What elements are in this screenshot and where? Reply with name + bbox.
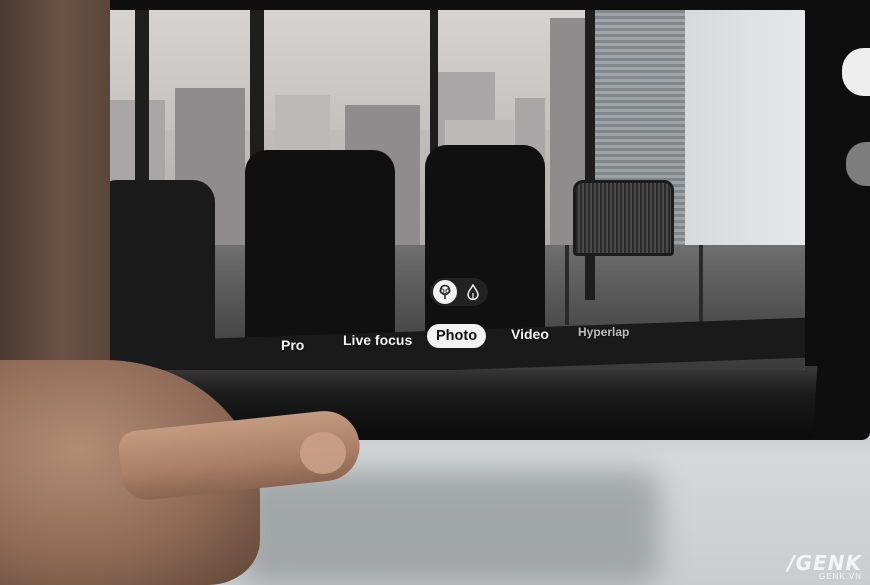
desk-reflection <box>240 470 660 585</box>
office-chair <box>95 180 215 350</box>
filter-tree-icon[interactable] <box>433 280 457 304</box>
mode-live-focus[interactable]: Live focus <box>343 328 412 352</box>
filter-selector <box>430 278 488 306</box>
office-chair <box>425 145 545 345</box>
mode-hyperlapse[interactable]: Hyperlap <box>578 320 629 344</box>
camera-viewfinder[interactable]: Pro Live focus Photo Video Hyperlap <box>95 10 805 370</box>
filter-drop-icon[interactable] <box>461 280 485 304</box>
watermark: /GENK GENK.VN <box>787 551 862 581</box>
mode-photo-selected[interactable]: Photo <box>427 324 487 348</box>
mesh-chair-legs <box>565 245 703 325</box>
camera-mode-bar: Pro Live focus Photo Video Hyperlap <box>95 324 805 358</box>
photo-scene: Pro Live focus Photo Video Hyperlap /GEN… <box>0 0 870 585</box>
mode-pro[interactable]: Pro <box>281 333 304 357</box>
thumb-tip <box>300 432 346 474</box>
mesh-chair <box>573 180 674 256</box>
mode-video[interactable]: Video <box>511 322 549 346</box>
